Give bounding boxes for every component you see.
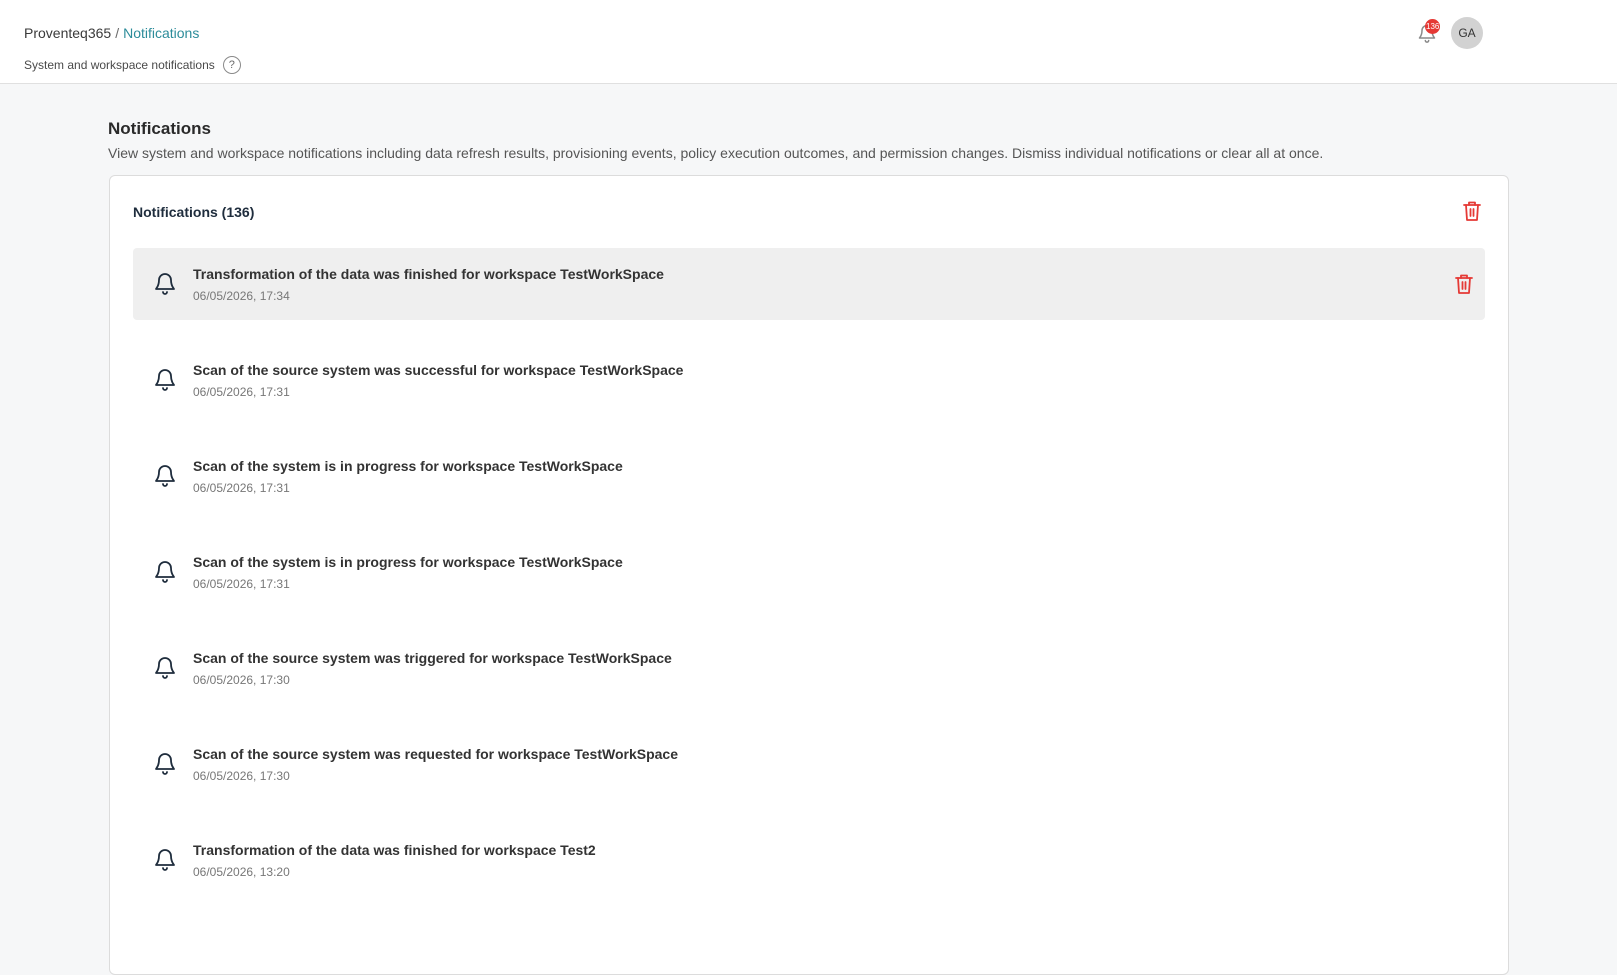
card-title: Notifications (136) — [133, 204, 255, 220]
bell-icon — [155, 273, 175, 295]
subtitle-text: System and workspace notifications — [24, 58, 215, 72]
notification-timestamp: 06/05/2026, 13:20 — [193, 865, 290, 879]
notifications-card: Notifications (136) Transformation of th… — [109, 175, 1509, 975]
notification-message: Scan of the source system was triggered … — [193, 650, 672, 666]
breadcrumb-current: Notifications — [123, 25, 200, 41]
notification-message: Scan of the system is in progress for wo… — [193, 554, 623, 570]
notification-item[interactable]: Scan of the system is in progress for wo… — [133, 536, 1485, 608]
help-icon[interactable]: ? — [222, 56, 241, 74]
bell-icon — [155, 561, 175, 583]
notification-timestamp: 06/05/2026, 17:31 — [193, 385, 290, 399]
notification-item[interactable]: Transformation of the data was finished … — [133, 248, 1485, 320]
bell-icon — [155, 465, 175, 487]
notification-timestamp: 06/05/2026, 17:34 — [193, 289, 290, 303]
bell-icon — [155, 369, 175, 391]
notification-message: Scan of the system is in progress for wo… — [193, 458, 623, 474]
notification-item[interactable]: Scan of the source system was triggered … — [133, 632, 1485, 704]
top-bar: Proventeq365/Notifications System and wo… — [0, 0, 1617, 84]
trash-icon — [1463, 201, 1481, 221]
bell-icon — [155, 657, 175, 679]
bell-icon — [155, 753, 175, 775]
notification-timestamp: 06/05/2026, 17:30 — [193, 673, 290, 687]
notification-message: Scan of the source system was requested … — [193, 746, 678, 762]
clear-all-button[interactable] — [1459, 198, 1485, 224]
delete-notification-button[interactable] — [1452, 271, 1476, 297]
notification-item[interactable]: Scan of the source system was successful… — [133, 344, 1485, 416]
notification-list: Transformation of the data was finished … — [133, 248, 1485, 920]
notification-timestamp: 06/05/2026, 17:31 — [193, 481, 290, 495]
notification-count-badge: 136 — [1425, 19, 1441, 34]
page-subtitle: System and workspace notifications ? — [24, 56, 241, 74]
bell-icon — [155, 849, 175, 871]
notifications-button[interactable]: 136 — [1415, 19, 1441, 44]
trash-icon — [1455, 274, 1473, 294]
notification-item[interactable]: Scan of the source system was requested … — [133, 728, 1485, 800]
notification-item[interactable]: Scan of the system is in progress for wo… — [133, 440, 1485, 512]
notification-message: Transformation of the data was finished … — [193, 842, 596, 858]
notification-message: Scan of the source system was successful… — [193, 362, 684, 378]
avatar[interactable]: GA — [1451, 17, 1483, 49]
page-title: Notifications — [108, 119, 211, 138]
notification-timestamp: 06/05/2026, 17:31 — [193, 577, 290, 591]
page-description: View system and workspace notifications … — [108, 145, 1324, 161]
breadcrumb-root[interactable]: Proventeq365 — [24, 25, 111, 41]
breadcrumb: Proventeq365/Notifications — [24, 25, 199, 41]
breadcrumb-separator: / — [115, 25, 120, 41]
notification-message: Transformation of the data was finished … — [193, 266, 664, 282]
notification-timestamp: 06/05/2026, 17:30 — [193, 769, 290, 783]
notification-item[interactable]: Transformation of the data was finished … — [133, 824, 1485, 896]
